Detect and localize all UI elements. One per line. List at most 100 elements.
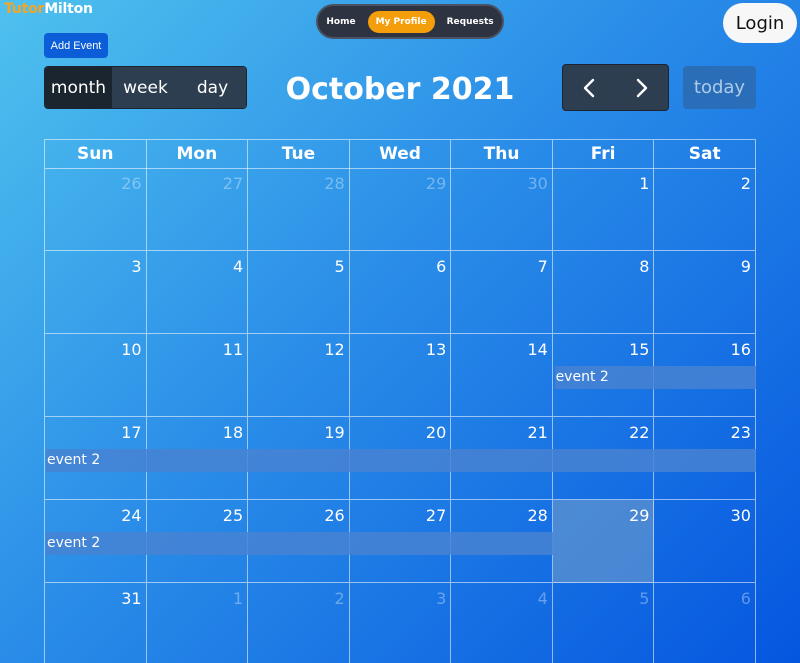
day-cell[interactable]: 6	[349, 251, 452, 334]
week-view-button[interactable]: week	[112, 67, 179, 108]
day-number[interactable]: 26	[324, 506, 344, 525]
weekday-label: Sun	[45, 140, 147, 169]
calendar-event[interactable]: event 2	[554, 366, 756, 389]
day-number[interactable]: 5	[335, 257, 345, 276]
day-number[interactable]: 30	[527, 174, 547, 193]
day-number[interactable]: 9	[741, 257, 751, 276]
day-number[interactable]: 16	[731, 340, 751, 359]
day-cell[interactable]: 2	[654, 168, 756, 251]
day-view-button[interactable]: day	[179, 67, 246, 108]
week-row: 24 25 26 27 28 29 30 event 2	[45, 500, 756, 583]
day-cell[interactable]: 10	[45, 334, 147, 417]
day-number[interactable]: 26	[121, 174, 141, 193]
day-number[interactable]: 18	[223, 423, 243, 442]
day-cell[interactable]: 8	[552, 251, 655, 334]
day-cell[interactable]: 7	[451, 251, 553, 334]
day-number[interactable]: 21	[527, 423, 547, 442]
month-view-button[interactable]: month	[45, 67, 112, 108]
day-number[interactable]: 23	[731, 423, 751, 442]
next-button[interactable]	[616, 65, 669, 110]
day-number[interactable]: 3	[131, 257, 141, 276]
day-number[interactable]: 28	[527, 506, 547, 525]
day-cell[interactable]: 12	[248, 334, 350, 417]
nav-requests-link[interactable]: Requests	[439, 11, 502, 33]
day-number[interactable]: 22	[629, 423, 649, 442]
day-cell[interactable]: 3	[350, 583, 452, 663]
day-cell[interactable]: 9	[654, 251, 756, 334]
day-number[interactable]: 7	[538, 257, 548, 276]
day-number[interactable]: 6	[741, 589, 751, 608]
calendar-event[interactable]: event 2	[46, 532, 553, 555]
day-number[interactable]: 10	[121, 340, 141, 359]
day-number[interactable]: 31	[121, 589, 141, 608]
month-calendar-grid: Sun Mon Tue Wed Thu Fri Sat 26 27 28 29 30 1 2 3 4 5 6 7 8…	[44, 139, 756, 663]
day-number[interactable]: 27	[223, 174, 243, 193]
day-number[interactable]: 28	[324, 174, 344, 193]
brand-logo[interactable]: TutorMilton	[4, 1, 93, 17]
day-number[interactable]: 5	[639, 589, 649, 608]
calendar-title: October 2021	[285, 72, 515, 107]
day-cell[interactable]: 29	[552, 500, 655, 583]
day-number[interactable]: 19	[324, 423, 344, 442]
day-cell[interactable]: 30	[654, 500, 756, 583]
day-cell[interactable]: 26	[45, 168, 147, 251]
day-number[interactable]: 4	[233, 257, 243, 276]
day-number[interactable]: 17	[121, 423, 141, 442]
day-number[interactable]: 29	[629, 506, 649, 525]
day-cell[interactable]: 5	[553, 583, 655, 663]
day-cell[interactable]: 29	[349, 168, 452, 251]
day-number[interactable]: 6	[436, 257, 446, 276]
day-number[interactable]: 30	[731, 506, 751, 525]
weekday-label: Sat	[654, 140, 756, 169]
add-event-button[interactable]: Add Event	[44, 33, 108, 58]
chevron-left-icon	[584, 78, 595, 97]
nav-home-link[interactable]: Home	[318, 11, 363, 33]
day-number[interactable]: 11	[223, 340, 243, 359]
day-number[interactable]: 2	[335, 589, 345, 608]
prev-button[interactable]	[563, 65, 616, 110]
day-cell[interactable]: 27	[146, 168, 249, 251]
day-number[interactable]: 24	[121, 506, 141, 525]
top-navigation: Home My Profile Requests	[316, 4, 504, 39]
day-cell[interactable]: 6	[654, 583, 756, 663]
day-number[interactable]: 15	[629, 340, 649, 359]
today-button[interactable]: today	[683, 66, 756, 109]
day-cell[interactable]: 1	[552, 168, 655, 251]
day-cell[interactable]: 31	[45, 583, 147, 663]
day-number[interactable]: 25	[223, 506, 243, 525]
weekday-label: Thu	[451, 140, 553, 169]
weekday-label: Wed	[349, 140, 452, 169]
day-number[interactable]: 20	[426, 423, 446, 442]
day-number[interactable]: 29	[426, 174, 446, 193]
day-cell[interactable]: 30	[451, 168, 553, 251]
day-cell[interactable]: 2	[248, 583, 350, 663]
day-cell[interactable]: 28	[248, 168, 350, 251]
week-row: 3 4 5 6 7 8 9	[45, 251, 756, 334]
day-number[interactable]: 13	[426, 340, 446, 359]
brand-logo-part2: Milton	[44, 1, 93, 17]
day-number[interactable]: 4	[538, 589, 548, 608]
calendar-event[interactable]: event 2	[46, 449, 756, 472]
weekday-label: Tue	[248, 140, 350, 169]
day-cell[interactable]: 1	[147, 583, 249, 663]
brand-logo-part1: Tutor	[4, 1, 45, 17]
chevron-right-icon	[636, 78, 647, 97]
day-number[interactable]: 12	[324, 340, 344, 359]
day-number[interactable]: 2	[741, 174, 751, 193]
day-cell[interactable]: 4	[146, 251, 249, 334]
day-number[interactable]: 8	[639, 257, 649, 276]
week-row: 31 1 2 3 4 5 6	[45, 583, 756, 663]
login-button[interactable]: Login	[723, 3, 797, 43]
day-number[interactable]: 27	[426, 506, 446, 525]
day-number[interactable]: 14	[527, 340, 547, 359]
day-cell[interactable]: 14	[451, 334, 553, 417]
day-cell[interactable]: 13	[349, 334, 452, 417]
nav-my-profile-link[interactable]: My Profile	[367, 10, 435, 33]
day-number[interactable]: 1	[233, 589, 243, 608]
day-number[interactable]: 3	[436, 589, 446, 608]
day-cell[interactable]: 5	[248, 251, 350, 334]
day-cell[interactable]: 4	[451, 583, 553, 663]
day-cell[interactable]: 3	[45, 251, 147, 334]
day-number[interactable]: 1	[639, 174, 649, 193]
day-cell[interactable]: 11	[146, 334, 249, 417]
